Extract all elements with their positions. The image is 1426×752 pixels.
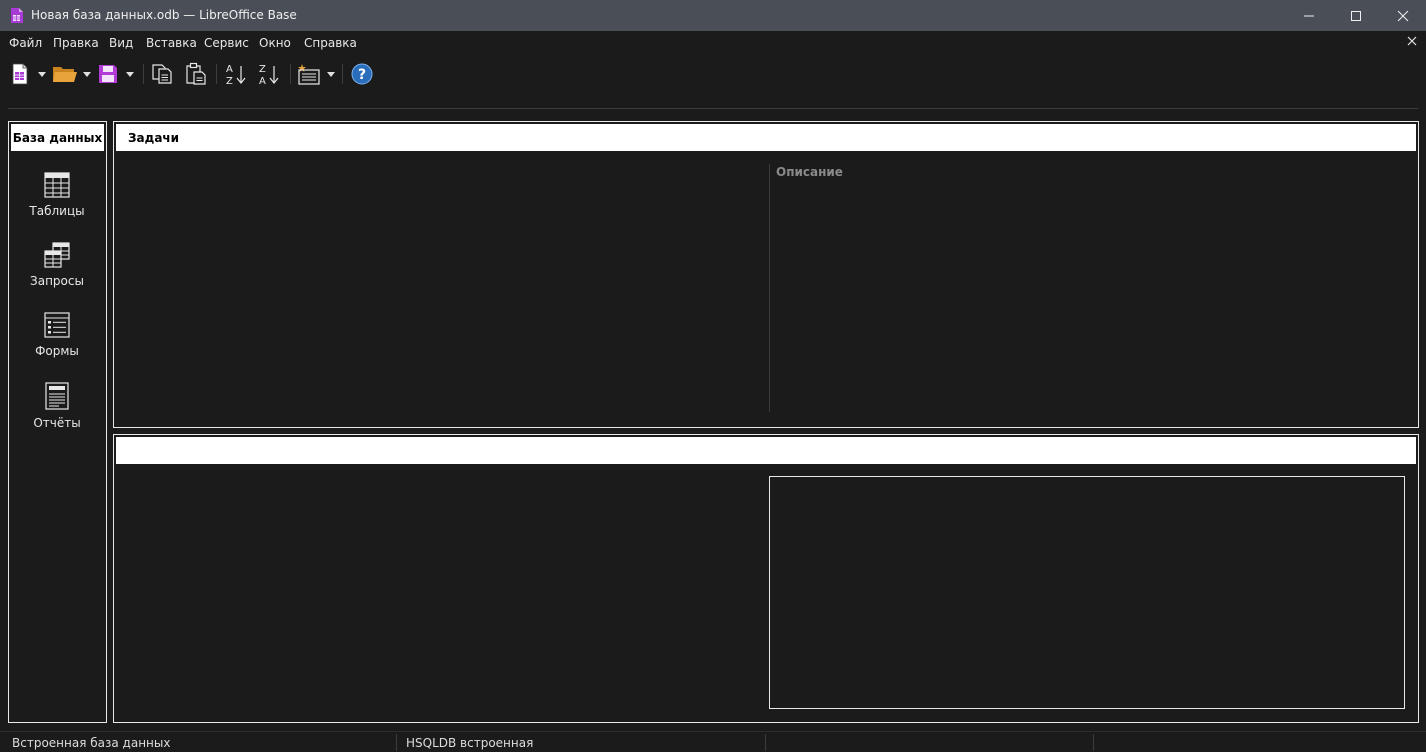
chevron-down-icon [83, 71, 91, 77]
sidebar-item-queries[interactable]: Запросы [9, 242, 105, 288]
database-panel: База данных Таблицы Запросы Формы Отчёты [8, 121, 107, 723]
query-icon [44, 242, 70, 268]
toolbar-divider [8, 108, 1418, 109]
sidebar-item-forms[interactable]: Формы [9, 312, 105, 358]
window-title: Новая база данных.odb — LibreOffice Base [31, 8, 297, 22]
maximize-icon [1351, 10, 1361, 21]
paste-button[interactable] [183, 61, 209, 87]
menu-edit[interactable]: Правка [53, 36, 99, 50]
menu-window[interactable]: Окно [259, 36, 291, 50]
open-button[interactable] [51, 61, 79, 87]
copy-icon [152, 64, 172, 84]
sidebar-item-label: Формы [35, 344, 79, 358]
form-icon [44, 312, 70, 338]
toolbar-separator [290, 64, 291, 84]
sort-descending-icon: Z A [259, 64, 279, 86]
form-wizard-button[interactable] [295, 61, 323, 87]
open-folder-icon [53, 67, 77, 82]
copy-button[interactable] [149, 61, 175, 87]
chevron-down-icon [126, 71, 134, 77]
sort-ascending-button[interactable]: A Z [222, 61, 250, 87]
database-panel-header: База данных [11, 124, 104, 151]
description-divider [769, 164, 770, 412]
title-bar: Новая база данных.odb — LibreOffice Base [0, 0, 1426, 31]
status-separator [765, 734, 766, 751]
svg-text:A: A [226, 64, 233, 75]
paste-icon [186, 62, 206, 85]
status-bar: Встроенная база данных HSQLDB встроенная [0, 731, 1426, 752]
status-database-type: Встроенная база данных [12, 736, 171, 750]
menu-file[interactable]: Файл [9, 36, 42, 50]
sidebar-item-label: Таблицы [29, 204, 85, 218]
menu-insert[interactable]: Вставка [146, 36, 197, 50]
chevron-down-icon [38, 71, 46, 77]
toolbar-separator [342, 64, 343, 84]
close-icon [1397, 10, 1409, 21]
status-engine: HSQLDB встроенная [406, 736, 534, 750]
svg-text:A: A [259, 76, 266, 86]
report-icon [45, 382, 69, 410]
svg-text:?: ? [358, 67, 366, 83]
sidebar-item-label: Запросы [30, 274, 84, 288]
menu-view[interactable]: Вид [109, 36, 133, 50]
tasks-panel-header: Задачи [116, 124, 1416, 151]
close-button[interactable] [1380, 0, 1426, 31]
help-icon: ? [351, 63, 373, 85]
sidebar-item-reports[interactable]: Отчёты [9, 382, 105, 430]
sidebar-item-label: Отчёты [33, 416, 81, 430]
save-icon [99, 65, 117, 83]
sort-ascending-icon: A Z [226, 64, 246, 86]
standard-toolbar: A Z Z A ? [0, 58, 1426, 90]
save-dropdown[interactable] [124, 61, 136, 87]
sidebar-item-tables[interactable]: Таблицы [9, 172, 105, 218]
open-dropdown[interactable] [81, 61, 93, 87]
maximize-button[interactable] [1333, 0, 1379, 31]
svg-text:Z: Z [259, 64, 266, 75]
status-separator [1093, 734, 1094, 751]
new-dropdown[interactable] [36, 61, 48, 87]
toolbar-separator [216, 64, 217, 84]
close-document-icon[interactable] [1406, 35, 1418, 47]
menu-bar: Файл Правка Вид Вставка Сервис Окно Спра… [0, 33, 1426, 53]
form-wizard-dropdown[interactable] [325, 61, 337, 87]
new-document-icon [12, 63, 28, 85]
form-wizard-icon [298, 64, 320, 85]
status-separator [396, 734, 397, 751]
tasks-panel: Задачи [113, 121, 1419, 428]
svg-text:Z: Z [226, 76, 233, 86]
description-label: Описание [776, 165, 843, 179]
sort-descending-button[interactable]: Z A [255, 61, 283, 87]
menu-tools[interactable]: Сервис [204, 36, 249, 50]
minimize-button[interactable] [1286, 0, 1332, 31]
save-button[interactable] [96, 61, 120, 87]
toolbar-separator [143, 64, 144, 84]
preview-area [769, 476, 1405, 709]
minimize-icon [1304, 15, 1314, 16]
table-icon [44, 172, 70, 198]
libreoffice-base-icon [11, 8, 23, 23]
new-button[interactable] [8, 61, 32, 87]
objects-panel-header [116, 437, 1416, 464]
help-button[interactable]: ? [349, 61, 375, 87]
chevron-down-icon [327, 71, 335, 77]
menu-help[interactable]: Справка [304, 36, 357, 50]
